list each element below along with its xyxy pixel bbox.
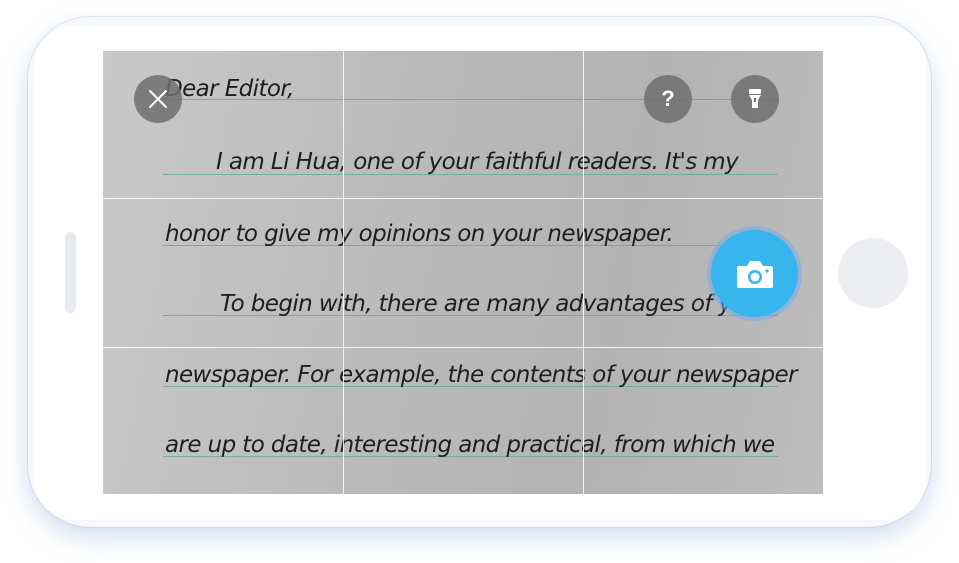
- document-line: To begin with, there are many advantages…: [220, 291, 768, 317]
- document-line: Dear Editor,: [165, 76, 294, 102]
- document-line: I am Li Hua, one of your faithful reader…: [216, 149, 739, 175]
- document-line: honor to give my opinions on your newspa…: [165, 221, 674, 247]
- camera-icon: [736, 260, 773, 288]
- grid-line-vertical: [583, 51, 584, 494]
- shutter-button[interactable]: [711, 230, 798, 317]
- phone-side-slot: [65, 232, 76, 313]
- grid-line-horizontal: [103, 347, 823, 348]
- document-line: newspaper. For example, the contents of …: [165, 362, 798, 388]
- grid-line-horizontal: [103, 198, 823, 199]
- help-button[interactable]: ?: [644, 75, 692, 123]
- close-button[interactable]: [134, 75, 182, 123]
- flashlight-icon: [749, 89, 761, 108]
- help-label: ?: [661, 86, 675, 111]
- document-line: are up to date, interesting and practica…: [165, 432, 775, 458]
- home-button[interactable]: [838, 238, 908, 308]
- flashlight-button[interactable]: [731, 75, 779, 123]
- grid-line-vertical: [343, 51, 344, 494]
- close-icon: [149, 90, 167, 108]
